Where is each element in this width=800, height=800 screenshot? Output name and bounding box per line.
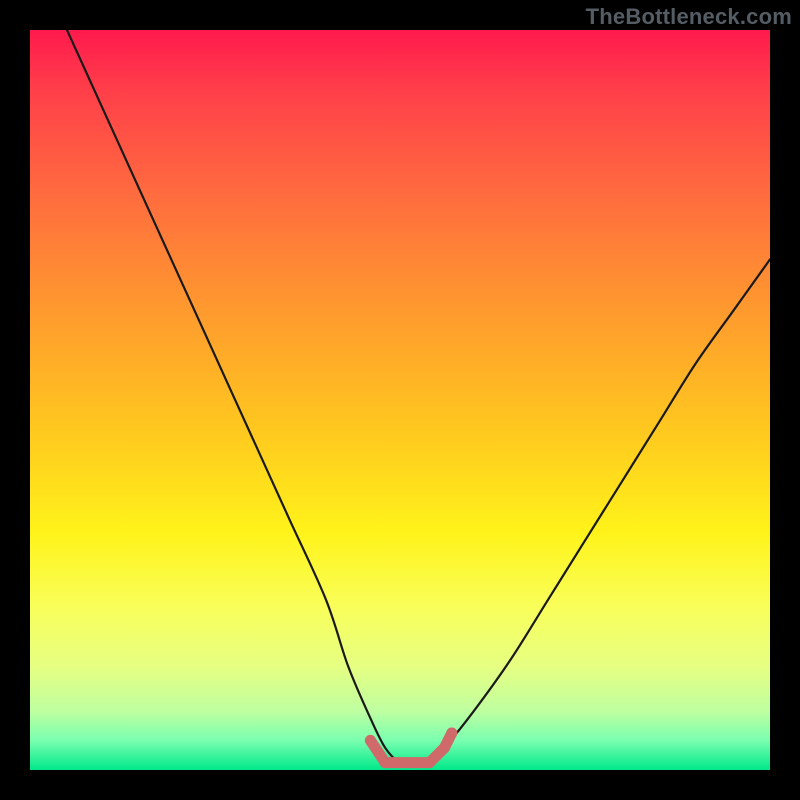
highlight-dot [380,757,391,768]
highlight-dot [439,742,450,753]
plot-area [30,30,770,770]
watermark-text: TheBottleneck.com [586,4,792,30]
highlight-dot [446,728,457,739]
highlight-dot [424,757,435,768]
highlight-dot [365,735,376,746]
bottleneck-curve [67,30,770,764]
highlight-dot [395,757,406,768]
highlight-markers [365,728,457,769]
curve-svg [30,30,770,770]
chart-frame: TheBottleneck.com [0,0,800,800]
highlight-dot [409,757,420,768]
